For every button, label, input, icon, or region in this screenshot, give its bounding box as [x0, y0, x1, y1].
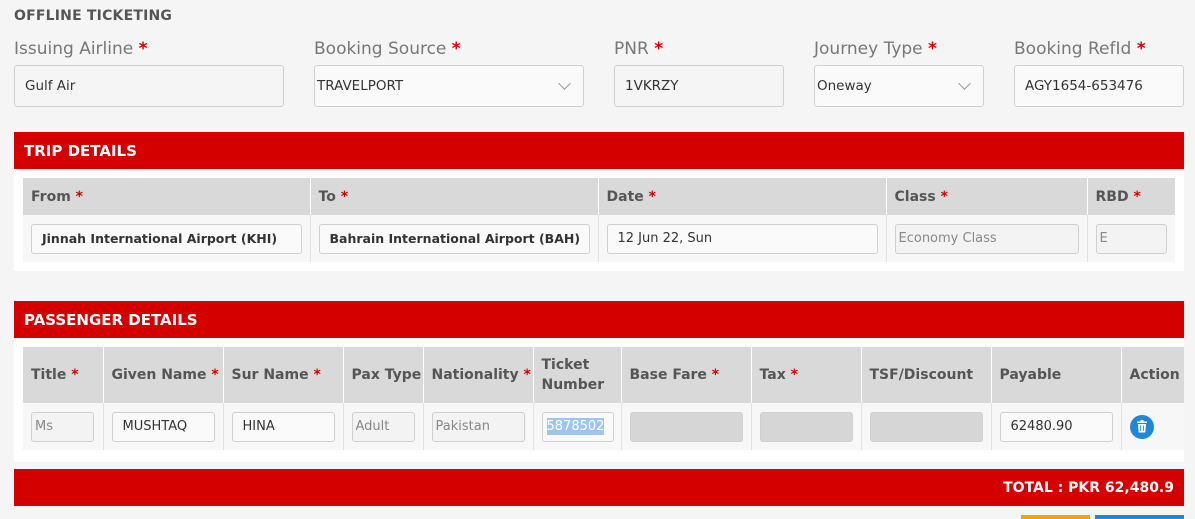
- col-nationality: Nationality *: [423, 347, 534, 403]
- nationality-input[interactable]: Pakistan: [431, 411, 525, 442]
- col-base-fare: Base Fare *: [621, 347, 752, 403]
- col-class: Class *: [886, 178, 1088, 215]
- date-input[interactable]: 12 Jun 22, Sun: [606, 223, 878, 254]
- title-input[interactable]: Ms: [31, 411, 94, 442]
- col-to: To *: [310, 178, 599, 215]
- chevron-down-icon: [958, 77, 971, 90]
- rbd-input[interactable]: E: [1095, 223, 1167, 254]
- col-given-name: Given Name *: [103, 347, 224, 403]
- sur-name-input[interactable]: HINA: [231, 411, 335, 442]
- total-bar: TOTAL : PKR 62,480.9: [14, 469, 1184, 506]
- col-action: Action: [1121, 347, 1184, 403]
- chevron-down-icon: [558, 77, 571, 90]
- booking-ref-label: Booking RefId *: [1014, 39, 1146, 59]
- journey-type-label: Journey Type *: [814, 39, 937, 59]
- given-name-input[interactable]: MUSHTAQ: [111, 411, 215, 442]
- col-date: Date *: [598, 178, 887, 215]
- col-tax: Tax *: [751, 347, 862, 403]
- trip-row: Jinnah International Airport (KHI) Bahra…: [23, 215, 1175, 262]
- booking-source-label: Booking Source *: [314, 39, 461, 59]
- col-tsf: TSF/Discount: [861, 347, 992, 403]
- col-sur-name: Sur Name *: [223, 347, 344, 403]
- orange-button-edge[interactable]: [1021, 515, 1090, 519]
- to-input[interactable]: Bahrain International Airport (BAH): [318, 223, 590, 254]
- trip-details-banner: TRIP DETAILS: [14, 132, 1184, 169]
- passenger-details-banner: PASSENGER DETAILS: [14, 301, 1184, 338]
- pnr-input[interactable]: 1VKRZY: [614, 65, 784, 107]
- col-payable: Payable: [991, 347, 1122, 403]
- ticket-number-input[interactable]: 5878502: [541, 411, 614, 442]
- delete-passenger-button[interactable]: [1129, 414, 1154, 439]
- trash-icon: [1136, 420, 1147, 433]
- page-title: OFFLINE TICKETING: [14, 8, 173, 24]
- tsf-input[interactable]: [869, 411, 983, 442]
- col-pax-type: Pax Type: [343, 347, 424, 403]
- col-title: Title *: [23, 347, 104, 403]
- passenger-table: Title * Given Name * Sur Name * Pax Type…: [23, 347, 1184, 450]
- journey-type-select[interactable]: Oneway: [814, 65, 984, 107]
- from-input[interactable]: Jinnah International Airport (KHI): [31, 223, 302, 254]
- passenger-row: Ms MUSHTAQ HINA Adult Pakistan 5878502 6…: [23, 403, 1184, 450]
- passenger-details-panel: Title * Given Name * Sur Name * Pax Type…: [14, 338, 1184, 462]
- payable-input[interactable]: 62480.90: [999, 411, 1113, 442]
- base-fare-input[interactable]: [629, 411, 743, 442]
- issuing-airline-label: Issuing Airline *: [14, 39, 148, 59]
- booking-source-select[interactable]: TRAVELPORT: [314, 65, 584, 107]
- pnr-label: PNR *: [614, 39, 664, 59]
- tax-input[interactable]: [759, 411, 853, 442]
- class-input[interactable]: Economy Class: [894, 223, 1079, 254]
- issuing-airline-input[interactable]: Gulf Air: [14, 65, 284, 107]
- col-ticket-number: Ticket Number: [533, 347, 622, 403]
- trip-details-panel: From * To * Date * Class * RBD * Jinnah …: [14, 169, 1184, 271]
- blue-button-edge[interactable]: [1095, 515, 1184, 519]
- col-from: From *: [23, 178, 311, 215]
- booking-ref-input[interactable]: AGY1654-653476: [1014, 65, 1184, 107]
- pax-type-input[interactable]: Adult: [351, 411, 415, 442]
- trip-table: From * To * Date * Class * RBD * Jinnah …: [23, 178, 1175, 262]
- col-rbd: RBD *: [1087, 178, 1175, 215]
